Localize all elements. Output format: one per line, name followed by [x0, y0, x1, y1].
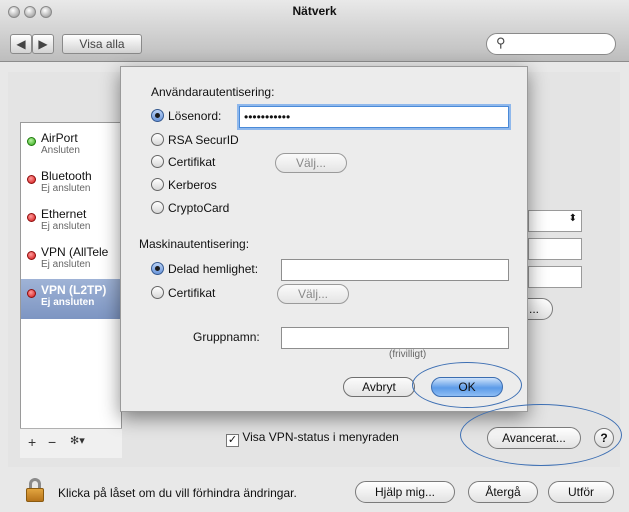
show-vpn-status-label: Visa VPN-status i menyraden	[242, 430, 399, 444]
service-list: AirPort Ansluten Bluetooth Ej ansluten E…	[20, 122, 122, 458]
service-item-ethernet[interactable]: Ethernet Ej ansluten	[21, 203, 121, 239]
service-status: Ej ansluten	[41, 259, 91, 270]
group-name-label: Gruppnamn:	[193, 330, 260, 344]
window-title: Nätverk	[292, 4, 337, 18]
service-status: Ej ansluten	[41, 297, 95, 308]
radio-icon	[151, 133, 164, 146]
radio-kerberos[interactable]: Kerberos	[151, 178, 217, 192]
radio-label: RSA SecurID	[168, 133, 239, 147]
radio-label: Delad hemlighet:	[168, 262, 259, 276]
radio-selected-icon	[151, 109, 164, 122]
radio-shared-secret[interactable]: Delad hemlighet:	[151, 262, 258, 276]
service-list-toolbar: + − ✻▾	[20, 428, 122, 458]
search-icon: ⚲	[496, 35, 506, 50]
status-red-icon	[27, 213, 36, 222]
service-item-airport[interactable]: AirPort Ansluten	[21, 127, 121, 163]
configuration-popup[interactable]: ⬍	[528, 210, 582, 232]
cancel-button[interactable]: Avbryt	[343, 377, 415, 397]
show-all-button[interactable]: Visa alla	[62, 34, 142, 54]
service-name: Ethernet	[41, 207, 87, 221]
gear-icon[interactable]: ✻▾	[70, 434, 85, 447]
show-vpn-status-checkbox[interactable]: ✓ Visa VPN-status i menyraden	[226, 430, 399, 447]
radio-label: CryptoCard	[168, 201, 230, 215]
help-me-button[interactable]: Hjälp mig...	[355, 481, 455, 503]
lock-instruction: Klicka på låset om du vill förhindra änd…	[58, 486, 297, 500]
status-green-icon	[27, 137, 36, 146]
title-bar: Nätverk ◀ ▶ Visa alla ⚲	[0, 0, 629, 62]
shared-secret-field[interactable]	[281, 259, 509, 281]
radio-icon	[151, 286, 164, 299]
network-preferences-window: Nätverk ◀ ▶ Visa alla ⚲ AirPort Ansluten…	[0, 0, 629, 512]
group-name-field[interactable]	[281, 327, 509, 349]
account-name-field[interactable]	[528, 266, 582, 288]
service-name: VPN (AllTele	[41, 245, 109, 259]
radio-icon	[151, 155, 164, 168]
password-field[interactable]: •••••••••••	[239, 106, 509, 128]
remove-service-button[interactable]: −	[48, 434, 56, 450]
back-button[interactable]: ◀	[10, 34, 32, 54]
service-name: VPN (L2TP)	[41, 283, 107, 297]
choose-machine-certificate-button[interactable]: Välj...	[277, 284, 349, 304]
radio-cryptocard[interactable]: CryptoCard	[151, 201, 229, 215]
choose-certificate-button[interactable]: Välj...	[275, 153, 347, 173]
forward-button[interactable]: ▶	[32, 34, 54, 54]
radio-icon	[151, 201, 164, 214]
radio-label: Kerberos	[168, 178, 217, 192]
revert-button[interactable]: Återgå	[468, 481, 538, 503]
ok-highlight-circle	[412, 362, 522, 408]
service-item-vpn-alltele[interactable]: VPN (AllTele Ej ansluten	[21, 241, 121, 277]
status-red-icon	[27, 289, 36, 298]
radio-certificate[interactable]: Certifikat	[151, 155, 215, 169]
machine-auth-heading: Maskinautentisering:	[139, 237, 250, 251]
radio-rsa-securid[interactable]: RSA SecurID	[151, 133, 239, 147]
service-status: Ansluten	[41, 145, 80, 156]
status-red-icon	[27, 251, 36, 260]
radio-machine-certificate[interactable]: Certifikat	[151, 286, 215, 300]
radio-password[interactable]: Lösenord:	[151, 109, 221, 123]
radio-label: Certifikat	[168, 155, 216, 169]
stepper-icon: ⬍	[568, 213, 577, 224]
service-status: Ej ansluten	[41, 183, 91, 194]
service-name: AirPort	[41, 131, 78, 145]
radio-label: Lösenord:	[168, 109, 222, 123]
service-status: Ej ansluten	[41, 221, 91, 232]
search-field[interactable]: ⚲	[486, 33, 616, 55]
status-red-icon	[27, 175, 36, 184]
service-name: Bluetooth	[41, 169, 92, 183]
apply-button[interactable]: Utför	[548, 481, 614, 503]
optional-hint: (frivilligt)	[389, 349, 427, 360]
user-auth-heading: Användarautentisering:	[151, 85, 275, 99]
advanced-highlight-circle	[460, 404, 622, 466]
radio-selected-icon	[151, 262, 164, 275]
service-item-bluetooth[interactable]: Bluetooth Ej ansluten	[21, 165, 121, 201]
checkmark-icon: ✓	[226, 434, 239, 447]
server-address-field[interactable]	[528, 238, 582, 260]
authentication-settings-sheet: Användarautentisering: Lösenord: •••••••…	[120, 66, 528, 412]
lock-icon[interactable]	[26, 478, 44, 502]
radio-label: Certifikat	[168, 286, 216, 300]
add-service-button[interactable]: +	[28, 434, 36, 450]
service-item-vpn-l2tp[interactable]: VPN (L2TP) Ej ansluten	[21, 279, 121, 319]
radio-icon	[151, 178, 164, 191]
